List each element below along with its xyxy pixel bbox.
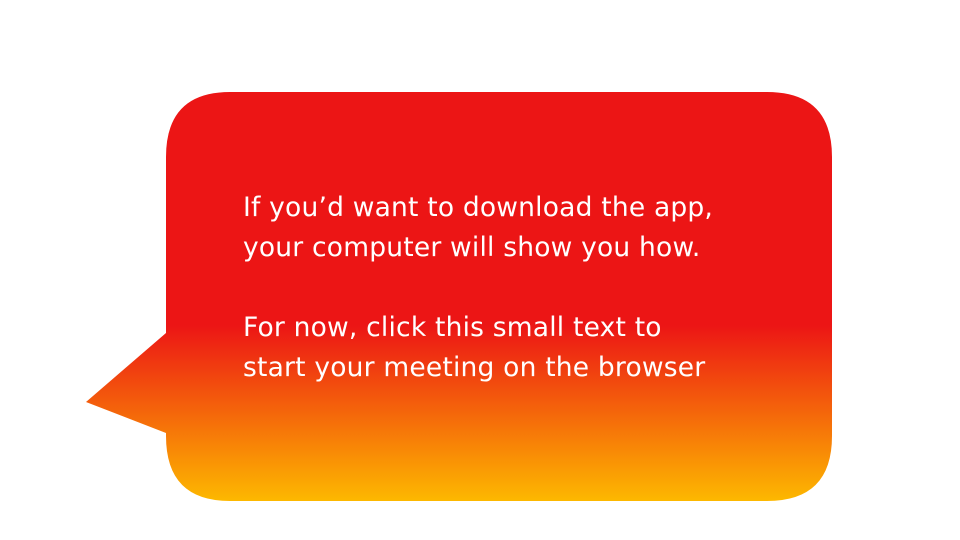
download-info-line-2: your computer will show you how.: [243, 232, 701, 263]
start-in-browser-link[interactable]: For now, click this small text to start …: [243, 308, 803, 388]
start-in-browser-line-1: For now, click this small text to: [243, 312, 662, 343]
download-info-line-1: If you’d want to download the app,: [243, 192, 714, 223]
download-info-text: If you’d want to download the app, your …: [243, 188, 803, 268]
page: If you’d want to download the app, your …: [0, 0, 960, 540]
bubble-message: If you’d want to download the app, your …: [243, 188, 803, 388]
start-in-browser-line-2: start your meeting on the browser: [243, 352, 706, 383]
